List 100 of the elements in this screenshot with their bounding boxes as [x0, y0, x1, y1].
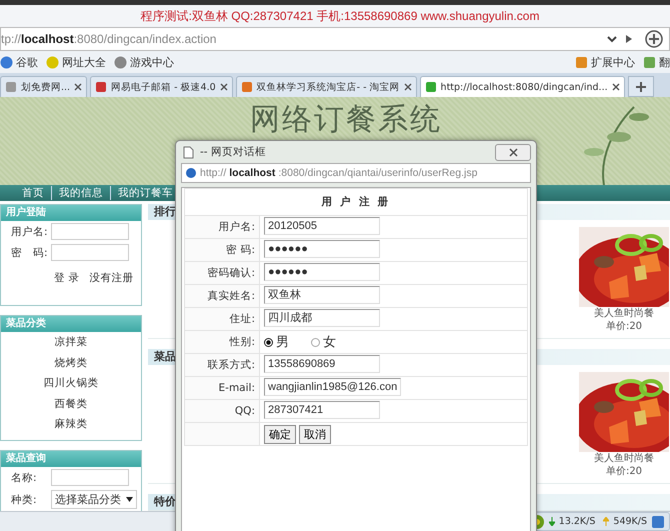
bookmark-item[interactable]: 谷歌 — [0, 54, 38, 70]
field-label: 密码确认: — [207, 267, 255, 279]
chevron-down-icon[interactable] — [607, 35, 617, 43]
toolbar-label: 翻 — [659, 54, 670, 70]
close-icon[interactable] — [220, 83, 228, 91]
globe-icon — [185, 167, 197, 179]
tab-label: 网易电子邮箱 - 极速4.0 — [111, 80, 216, 94]
field-label: 联系方式: — [207, 359, 255, 371]
bookmark-label: 游戏中心 — [130, 54, 174, 70]
category-link[interactable]: 四川火锅类 — [1, 373, 141, 394]
caret-icon — [126, 497, 133, 502]
browser-tab[interactable]: 划免费网... — [0, 76, 88, 97]
bookmark-item[interactable]: 游戏中心 — [114, 54, 174, 70]
dish-name[interactable]: 美人鱼时尚餐 — [594, 307, 654, 320]
dialog-url-field: http:// localhost :8080/dingcan/qiantai/userinfo/userReg.jsp — [181, 163, 531, 183]
input-field[interactable]: 四川成都 — [264, 308, 380, 326]
play-icon[interactable] — [625, 34, 633, 44]
category-link[interactable]: 凉拌菜 — [1, 332, 141, 352]
form-button[interactable]: 确定 — [264, 424, 296, 444]
close-icon — [508, 148, 518, 156]
field-label: 用户名: — [11, 224, 47, 238]
form-heading: 用 户 注 册 — [322, 196, 390, 208]
radio-button[interactable] — [264, 338, 273, 346]
login-link[interactable]: 登 录 — [54, 271, 80, 285]
input-field[interactable]: 287307421 — [264, 400, 380, 418]
category-dropdown[interactable]: 选择菜品分类 — [51, 490, 137, 509]
radio-label[interactable]: 男 — [276, 333, 289, 351]
form-button[interactable]: 取消 — [299, 424, 331, 444]
panel-header: 菜品查询 — [1, 451, 141, 467]
dish-price: 单价:20 — [606, 320, 642, 333]
nav-link[interactable]: 我的信息 — [51, 186, 103, 200]
input-field[interactable]: ●●●●●● — [264, 262, 380, 280]
dish-name[interactable]: 美人鱼时尚餐 — [594, 452, 654, 465]
bookmark-icon — [114, 56, 127, 68]
browser-tab[interactable]: 双鱼林学习系统淘宝店- - 淘宝网 — [236, 76, 417, 97]
close-icon[interactable] — [404, 83, 412, 91]
browser-tab[interactable]: http://localhost:8080/dingcan/ind... — [420, 76, 625, 97]
upload-speed: 549K/S — [613, 516, 647, 527]
down-arrow-icon — [548, 517, 555, 526]
toolbar-item[interactable]: 扩展中心 — [575, 54, 635, 70]
input-field[interactable]: 13558690869 — [264, 354, 380, 372]
browser-tab[interactable]: 网易电子邮箱 - 极速4.0 — [90, 76, 233, 97]
bookmark-icon — [0, 56, 13, 68]
field-label: E-mail: — [218, 382, 255, 394]
radio-label[interactable]: 女 — [323, 333, 336, 351]
category-link[interactable]: 烧烤类 — [1, 352, 141, 373]
site-title: 网络订餐系统 — [250, 103, 442, 137]
toolbar-label: 扩展中心 — [591, 54, 635, 70]
nav-link[interactable]: 首页 — [22, 186, 44, 200]
window-caption: 程序测试:双鱼林 QQ:287307421 手机:13558690869 www.shuangyulin.com — [140, 8, 540, 24]
close-icon[interactable] — [74, 83, 82, 91]
login-link[interactable]: 没有注册 — [89, 271, 134, 285]
field-label: 真实姓名: — [207, 290, 255, 302]
radio-button[interactable] — [311, 338, 320, 346]
toolbar-item[interactable]: 翻 — [643, 54, 670, 70]
close-icon[interactable] — [612, 83, 620, 91]
field-label: QQ: — [234, 405, 255, 417]
square-icon — [575, 56, 588, 68]
nav-link[interactable]: 我的订餐车 — [110, 186, 173, 200]
category-link[interactable]: 麻辣类 — [1, 414, 141, 434]
input-field[interactable] — [51, 223, 129, 240]
bookmark-item[interactable]: 网址大全 — [46, 54, 106, 70]
dish-price: 单价:20 — [606, 465, 642, 478]
up-arrow-icon — [603, 517, 610, 526]
bookmark-icon — [46, 56, 59, 68]
favicon-icon — [240, 81, 253, 93]
plus-icon — [634, 80, 647, 92]
new-tab-button[interactable] — [628, 76, 654, 97]
input-field[interactable]: wangjianlin1985@126.con — [264, 378, 402, 396]
category-link[interactable]: 西餐类 — [1, 394, 141, 414]
section-title: 特价 — [154, 495, 176, 508]
field-label: 密 码: — [226, 244, 255, 256]
favicon-icon — [95, 81, 108, 93]
bookmark-label: 谷歌 — [16, 54, 38, 70]
input-field[interactable] — [51, 469, 129, 486]
dialog-title: -- 网页对话框 — [200, 145, 266, 159]
field-label: 名称: — [11, 470, 38, 484]
input-field[interactable]: ●●●●●● — [264, 240, 380, 258]
close-button[interactable] — [495, 144, 531, 160]
tab-label: 划免费网... — [21, 80, 70, 94]
panel-header: 菜品分类 — [1, 316, 141, 332]
browser-icon[interactable] — [651, 514, 665, 528]
page-icon — [183, 146, 194, 158]
field-label: 住址: — [229, 313, 255, 325]
input-field[interactable]: 双鱼林 — [264, 286, 380, 304]
field-label: 密 码: — [11, 246, 47, 260]
favicon-icon — [424, 81, 437, 93]
input-field[interactable]: 20120505 — [264, 216, 380, 234]
panel-header: 用户登陆 — [1, 205, 141, 221]
bookmark-label: 网址大全 — [62, 54, 106, 70]
tab-label: 双鱼林学习系统淘宝店- - 淘宝网 — [256, 80, 400, 94]
favicon-icon — [5, 81, 17, 93]
download-speed: 13.2K/S — [558, 516, 596, 527]
field-label: 用户名: — [218, 221, 255, 233]
field-label: 种类: — [11, 492, 38, 506]
field-label: 性别: — [229, 336, 255, 348]
tab-label: http://localhost:8080/dingcan/ind... — [440, 82, 608, 92]
section-title: 排行 — [154, 205, 176, 218]
input-field[interactable] — [51, 244, 129, 261]
square-icon — [643, 56, 656, 68]
